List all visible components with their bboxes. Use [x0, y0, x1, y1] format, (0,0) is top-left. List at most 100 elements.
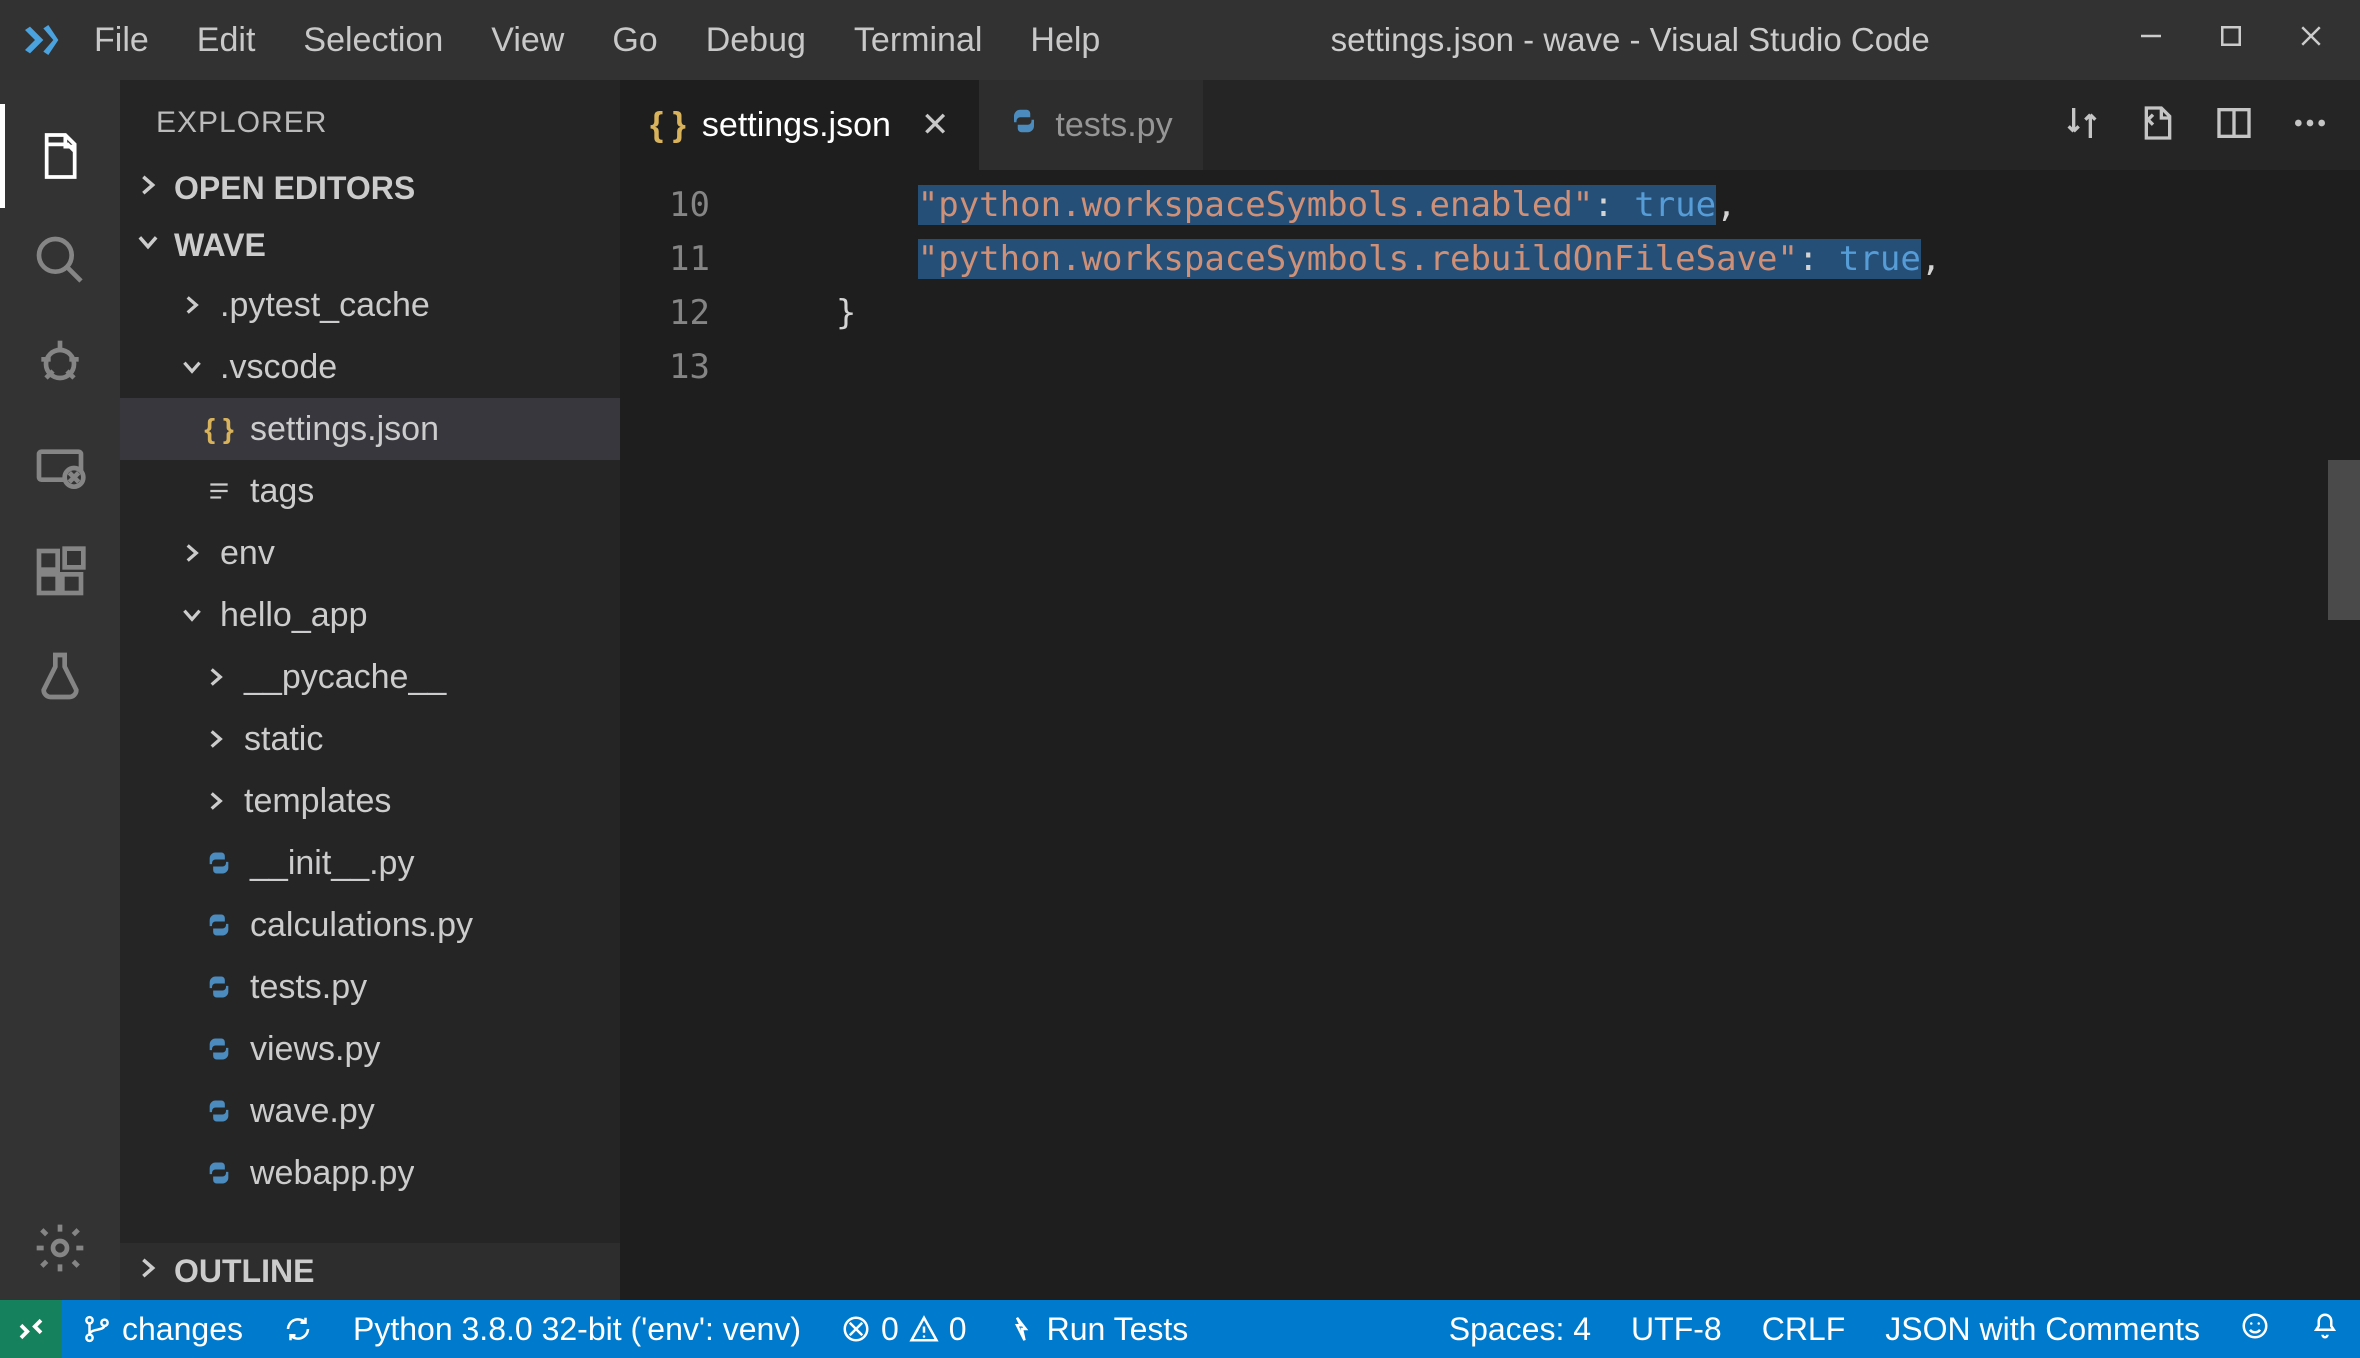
- json-icon: { }: [650, 106, 686, 145]
- code-line[interactable]: "python.workspaceSymbols.enabled": true,: [754, 178, 2312, 232]
- open-changes-icon[interactable]: [2138, 103, 2178, 148]
- chevron-down-icon: [134, 227, 162, 264]
- language-label: JSON with Comments: [1885, 1311, 2200, 1348]
- file-icon: [202, 911, 236, 939]
- language-mode[interactable]: JSON with Comments: [1865, 1311, 2220, 1348]
- menu-edit[interactable]: Edit: [173, 21, 280, 60]
- menu-selection[interactable]: Selection: [279, 21, 467, 60]
- git-branch[interactable]: changes: [62, 1300, 263, 1358]
- close-icon[interactable]: [2296, 21, 2326, 60]
- problems[interactable]: 0 0: [821, 1300, 987, 1358]
- activity-settings[interactable]: [0, 1196, 120, 1300]
- minimize-icon[interactable]: [2136, 21, 2166, 60]
- explorer-sidebar: EXPLORER OPEN EDITORS WAVE .pytest_cache…: [120, 80, 620, 1300]
- tree-item-label: env: [220, 534, 275, 573]
- minimap[interactable]: [2312, 170, 2360, 1300]
- window-controls: [2136, 21, 2350, 60]
- tree-item-hello-app[interactable]: hello_app: [120, 584, 620, 646]
- tree-item-label: settings.json: [250, 410, 439, 449]
- chevron-icon: [178, 354, 206, 380]
- tree-item-label: __pycache__: [244, 658, 446, 697]
- split-editor-icon[interactable]: [2214, 103, 2254, 148]
- menu-file[interactable]: File: [70, 21, 173, 60]
- encoding-label: UTF-8: [1631, 1311, 1722, 1348]
- chevron-right-icon: [134, 1253, 162, 1290]
- tree-item-calculations-py[interactable]: calculations.py: [120, 894, 620, 956]
- python-interpreter[interactable]: Python 3.8.0 32-bit ('env': venv): [333, 1300, 821, 1358]
- feedback-icon[interactable]: [2220, 1311, 2290, 1341]
- notifications-icon[interactable]: [2290, 1311, 2360, 1341]
- menu-terminal[interactable]: Terminal: [830, 21, 1006, 60]
- file-icon: [202, 1035, 236, 1063]
- tree-item---init---py[interactable]: __init__.py: [120, 832, 620, 894]
- tree-item-tags[interactable]: tags: [120, 460, 620, 522]
- tree-item-label: wave.py: [250, 1092, 375, 1131]
- warnings-count: 0: [949, 1311, 967, 1348]
- line-number: 11: [620, 232, 710, 286]
- code-content[interactable]: "python.workspaceSymbols.enabled": true,…: [730, 170, 2312, 1300]
- run-tests[interactable]: Run Tests: [987, 1300, 1209, 1358]
- code-line[interactable]: "python.workspaceSymbols.rebuildOnFileSa…: [754, 232, 2312, 286]
- editor-actions: [2062, 80, 2360, 170]
- tab-tests-py[interactable]: tests.py: [979, 80, 1202, 170]
- activity-extensions[interactable]: [0, 520, 120, 624]
- file-icon: [202, 1159, 236, 1187]
- minimap-slider[interactable]: [2328, 460, 2360, 620]
- sync-button[interactable]: [263, 1300, 333, 1358]
- line-number: 12: [620, 286, 710, 340]
- menu-go[interactable]: Go: [588, 21, 681, 60]
- tree-item-label: .vscode: [220, 348, 337, 387]
- tree-item-env[interactable]: env: [120, 522, 620, 584]
- code-line[interactable]: }: [754, 286, 2312, 340]
- more-actions-icon[interactable]: [2290, 103, 2330, 148]
- tree-item-label: calculations.py: [250, 906, 473, 945]
- tree-item-static[interactable]: static: [120, 708, 620, 770]
- tree-item---pycache--[interactable]: __pycache__: [120, 646, 620, 708]
- maximize-icon[interactable]: [2216, 21, 2246, 60]
- section-outline[interactable]: OUTLINE: [120, 1243, 620, 1300]
- section-label: OPEN EDITORS: [174, 170, 415, 207]
- tree-item-label: hello_app: [220, 596, 367, 635]
- errors-count: 0: [881, 1311, 899, 1348]
- eol[interactable]: CRLF: [1742, 1311, 1866, 1348]
- tree-item-settings-json[interactable]: { }settings.json: [120, 398, 620, 460]
- activity-debug[interactable]: [0, 312, 120, 416]
- compare-changes-icon[interactable]: [2062, 103, 2102, 148]
- code-line[interactable]: [754, 340, 2312, 394]
- close-tab-icon[interactable]: ✕: [921, 105, 950, 145]
- section-workspace[interactable]: WAVE: [120, 217, 620, 274]
- indentation[interactable]: Spaces: 4: [1429, 1311, 1611, 1348]
- activity-testing[interactable]: [0, 624, 120, 728]
- tree-item-label: webapp.py: [250, 1154, 414, 1192]
- chevron-icon: [178, 540, 206, 566]
- menu-debug[interactable]: Debug: [682, 21, 830, 60]
- tree-item-label: views.py: [250, 1030, 380, 1069]
- tree-item-tests-py[interactable]: tests.py: [120, 956, 620, 1018]
- status-bar: changes Python 3.8.0 32-bit ('env': venv…: [0, 1300, 2360, 1358]
- line-number: 13: [620, 340, 710, 394]
- menu-bar: File Edit Selection View Go Debug Termin…: [70, 21, 1124, 60]
- section-open-editors[interactable]: OPEN EDITORS: [120, 160, 620, 217]
- tree-item-views-py[interactable]: views.py: [120, 1018, 620, 1080]
- python-icon: [1009, 106, 1039, 145]
- menu-help[interactable]: Help: [1006, 21, 1124, 60]
- activity-remote[interactable]: [0, 416, 120, 520]
- tree-item-templates[interactable]: templates: [120, 770, 620, 832]
- menu-view[interactable]: View: [467, 21, 588, 60]
- activity-explorer[interactable]: [0, 104, 120, 208]
- tree-item--pytest-cache[interactable]: .pytest_cache: [120, 274, 620, 336]
- tree-item-label: __init__.py: [250, 844, 414, 883]
- tab-settings-json[interactable]: { } settings.json ✕: [620, 80, 979, 170]
- encoding[interactable]: UTF-8: [1611, 1311, 1742, 1348]
- section-label: WAVE: [174, 227, 266, 264]
- tree-item-label: .pytest_cache: [220, 286, 430, 325]
- spaces-label: Spaces: 4: [1449, 1311, 1591, 1348]
- chevron-icon: [178, 292, 206, 318]
- activity-search[interactable]: [0, 208, 120, 312]
- code-editor[interactable]: 10111213 "python.workspaceSymbols.enable…: [620, 170, 2360, 1300]
- tree-item--vscode[interactable]: .vscode: [120, 336, 620, 398]
- activity-bar: [0, 80, 120, 1300]
- tree-item-webapp-py[interactable]: webapp.py: [120, 1142, 620, 1204]
- remote-indicator[interactable]: [0, 1300, 62, 1358]
- tree-item-wave-py[interactable]: wave.py: [120, 1080, 620, 1142]
